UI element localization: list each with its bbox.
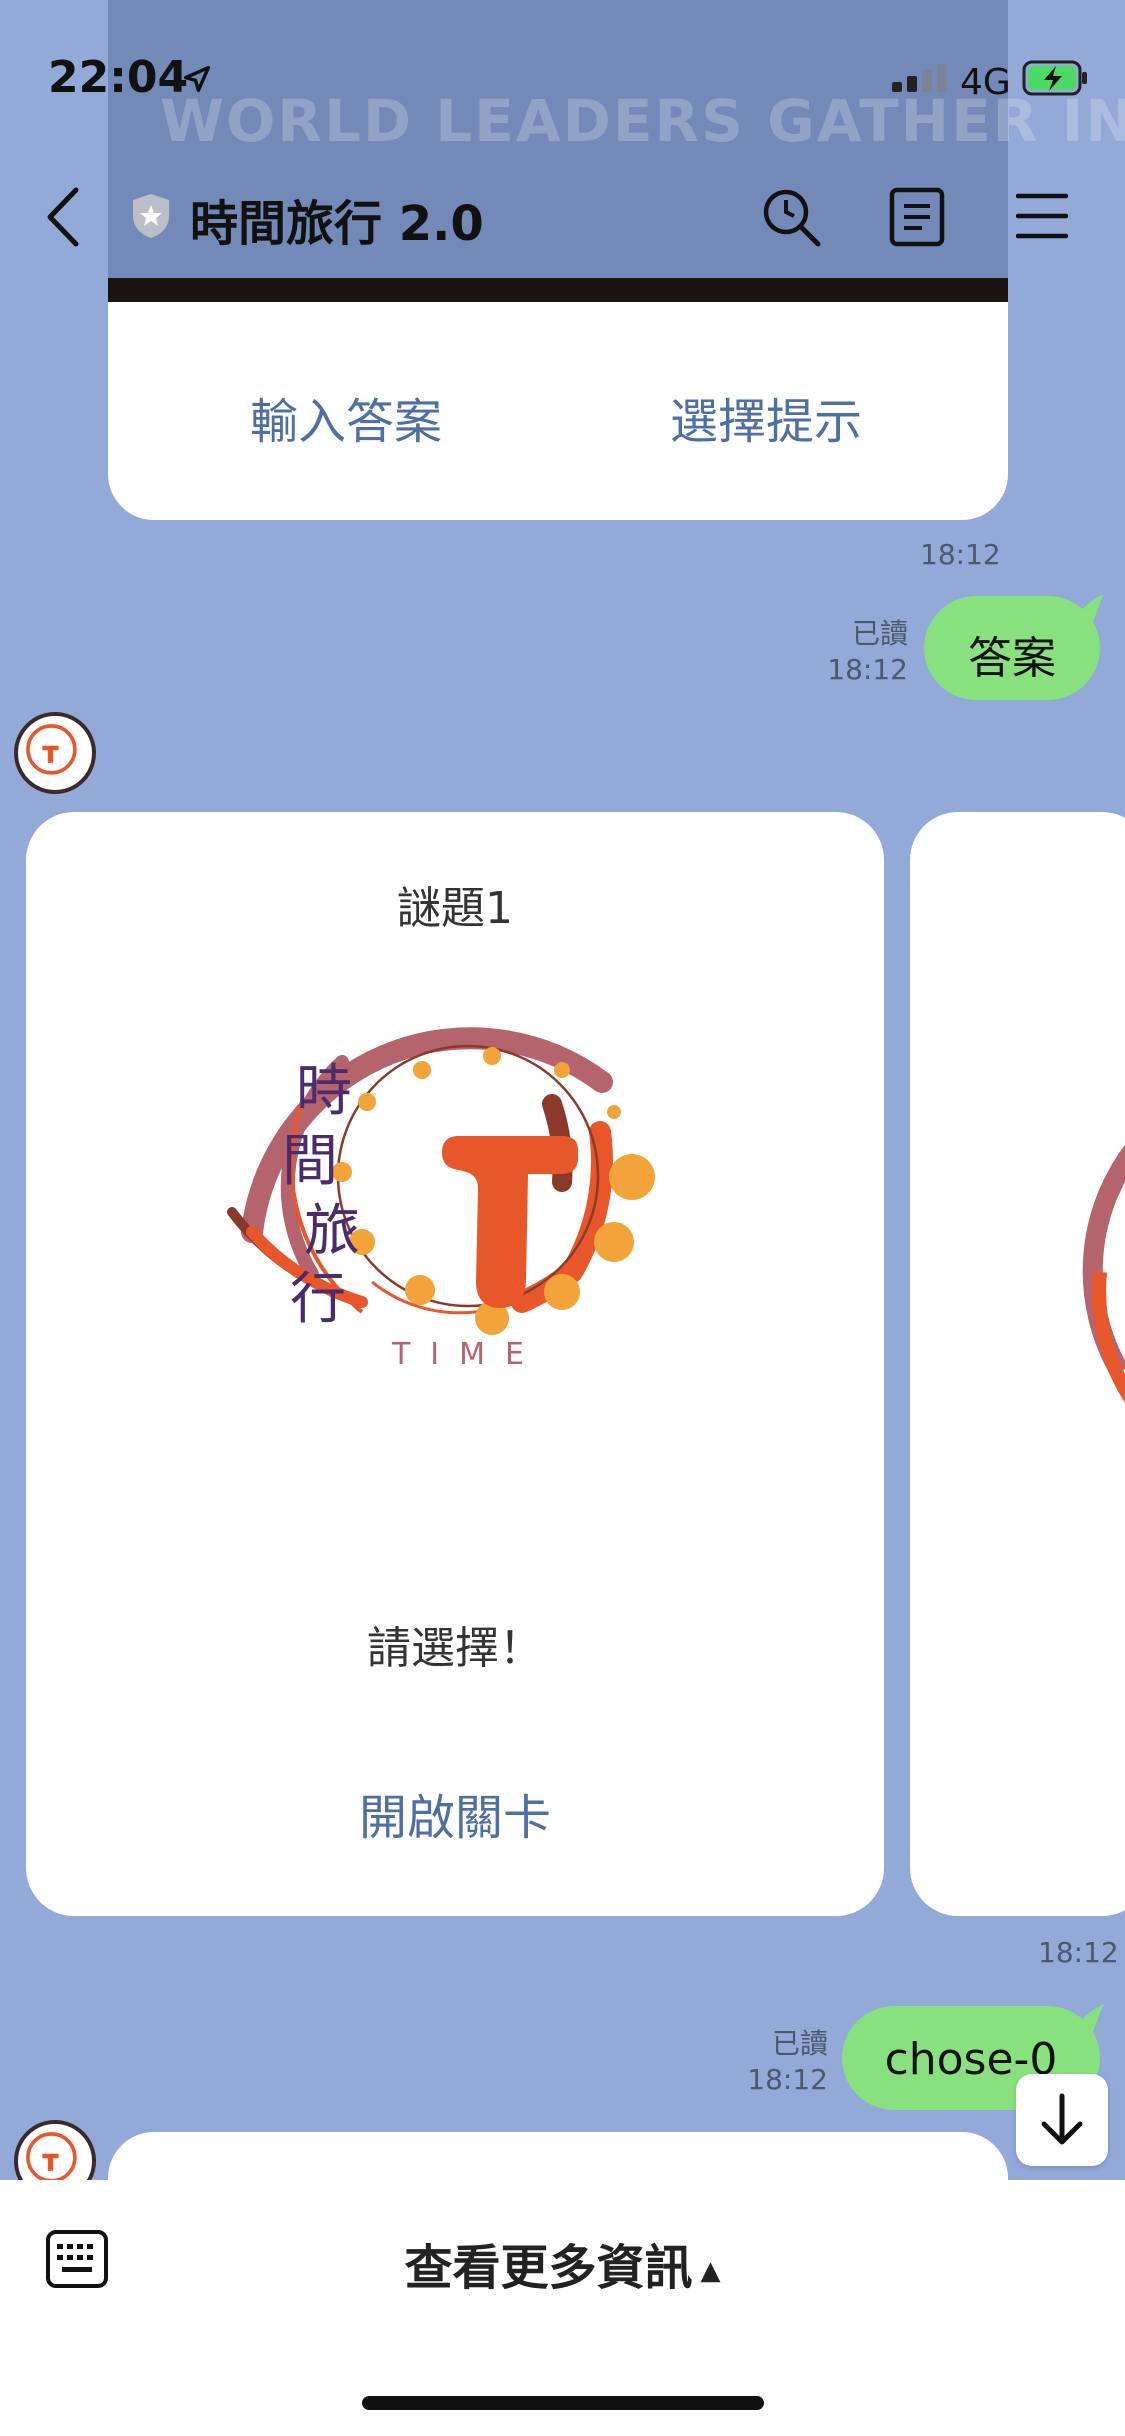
logo-char-4: 行: [290, 1267, 346, 1332]
card-prompt: 請選擇！: [367, 1623, 543, 1674]
home-indicator: [362, 2396, 764, 2410]
scroll-down-button[interactable]: [1016, 2074, 1108, 2166]
message-read-status: 已讀 18:12: [820, 616, 908, 688]
message-read-status: 已讀 18:12: [740, 2026, 828, 2098]
message-time: 18:12: [747, 2063, 828, 2096]
bubble-tail: [1070, 2004, 1104, 2034]
more-info-label: 查看更多資訊: [404, 2240, 693, 2296]
sent-message-bubble[interactable]: 答案: [924, 594, 1104, 700]
logo-char-1: 時: [296, 1059, 352, 1124]
chat-title: 時間旅行 2.0: [190, 196, 484, 252]
message-time: 18:12: [827, 653, 908, 686]
next-card-logo-icon: [1082, 1144, 1125, 1403]
shield-star-icon: [133, 194, 169, 238]
more-info-button[interactable]: 查看更多資訊 ▲: [0, 2228, 1125, 2298]
message-text: 答案: [968, 633, 1056, 684]
logo-char-3: 旅: [304, 1199, 360, 1264]
location-arrow-icon: [183, 65, 211, 93]
open-level-button[interactable]: 開啟關卡: [26, 1778, 884, 1848]
time-travel-logo-icon: 時 間 旅 行 TIME: [227, 1027, 655, 1372]
card-title: 謎題1: [397, 883, 513, 934]
enter-answer-button[interactable]: 輸入答案: [250, 382, 442, 452]
bot-avatar[interactable]: [14, 712, 96, 794]
status-time: 22:04: [48, 52, 189, 103]
choose-hint-button[interactable]: 選擇提示: [670, 382, 862, 452]
search-button[interactable]: [758, 184, 824, 250]
network-label: 4G: [960, 62, 1011, 103]
logo-caption: TIME: [391, 1337, 544, 1372]
next-puzzle-card[interactable]: [910, 812, 1125, 1916]
back-button[interactable]: [40, 182, 90, 252]
notes-button[interactable]: [888, 186, 946, 248]
avatar-logo-icon: [26, 724, 77, 775]
battery-charging-icon: [1022, 60, 1087, 96]
arrow-down-icon: [1041, 2093, 1083, 2145]
read-label: 已讀: [771, 2027, 828, 2060]
read-label: 已讀: [851, 617, 908, 650]
logo-char-2: 間: [282, 1129, 338, 1194]
top-card: 輸入答案 選擇提示: [108, 302, 1008, 520]
card-timestamp: 18:12: [1038, 1936, 1119, 1969]
bubble-tail: [1070, 594, 1104, 624]
signal-icon: [892, 64, 952, 92]
caret-up-icon: ▲: [700, 2256, 721, 2286]
puzzle-card: 謎題1 時 間 旅 行 TIME 請選擇！ 開啟關卡: [26, 812, 884, 1916]
top-card-headline: WORLD LEADERS GATHER IN QUEBEC: [160, 87, 1125, 155]
menu-button[interactable]: [1016, 190, 1068, 242]
top-card-timestamp: 18:12: [920, 538, 1001, 571]
